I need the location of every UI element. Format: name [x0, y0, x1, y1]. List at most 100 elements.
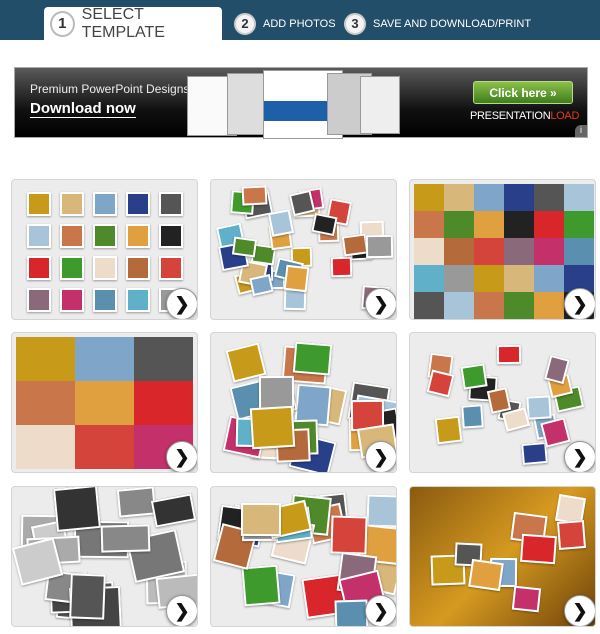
photo-thumbnail — [474, 184, 504, 211]
banner-download-link[interactable]: Download now — [30, 100, 136, 118]
photo-thumbnail — [414, 184, 444, 211]
photo-thumbnail — [75, 337, 134, 381]
ad-banner[interactable]: Premium PowerPoint Designs Download now … — [14, 67, 588, 139]
photo-thumbnail — [330, 256, 353, 277]
photo-thumbnail — [426, 369, 456, 398]
photo-thumbnail — [330, 514, 369, 554]
slide-thumbnail — [360, 76, 400, 134]
step-add-photos[interactable]: 2 ADD PHOTOS — [234, 7, 336, 40]
template-card-tilted-overlap[interactable]: ❯ — [210, 486, 397, 627]
chevron-right-icon[interactable]: ❯ — [166, 288, 197, 319]
step-save-download[interactable]: 3 SAVE AND DOWNLOAD/PRINT — [344, 7, 531, 40]
photo-thumbnail — [27, 192, 51, 216]
photo-thumbnail — [249, 273, 275, 297]
photo-thumbnail — [126, 288, 150, 312]
photo-thumbnail — [501, 407, 530, 432]
step-select-template[interactable]: 1 SELECT TEMPLATE — [44, 5, 222, 41]
template-card-large-mosaic[interactable]: ❯ — [11, 332, 198, 473]
photo-thumbnail — [496, 344, 521, 365]
photo-thumbnail — [534, 292, 564, 319]
photo-thumbnail — [556, 520, 586, 551]
step-label: SELECT TEMPLATE — [81, 5, 165, 41]
photo-thumbnail — [414, 211, 444, 238]
photo-thumbnail — [519, 533, 557, 564]
photo-thumbnail — [250, 405, 297, 450]
template-card-overlap[interactable]: ❯ — [210, 332, 397, 473]
photo-thumbnail — [534, 238, 564, 265]
photo-thumbnail — [16, 381, 75, 425]
steps-bar: 1 SELECT TEMPLATE 2 ADD PHOTOS 3 SAVE AND D… — [0, 0, 600, 41]
photo-thumbnail — [474, 265, 504, 292]
photo-thumbnail — [159, 192, 183, 216]
presentationload-logo: PRESENTATIONLOAD — [470, 110, 580, 122]
photo-thumbnail — [27, 224, 51, 248]
photo-thumbnail — [474, 211, 504, 238]
photo-thumbnail — [232, 236, 258, 258]
photo-thumbnail — [159, 224, 183, 248]
info-icon[interactable]: i — [575, 125, 587, 137]
photo-thumbnail — [564, 211, 594, 238]
template-card-mosaic[interactable]: ❯ — [409, 179, 596, 320]
photo-thumbnail — [504, 238, 534, 265]
step-label: SAVE AND DOWNLOAD/PRINT — [373, 17, 532, 30]
photo-thumbnail — [68, 573, 106, 620]
photo-thumbnail — [365, 235, 393, 259]
photo-thumbnail — [100, 524, 150, 553]
photo-thumbnail — [540, 417, 571, 449]
photo-thumbnail — [268, 208, 295, 238]
photo-thumbnail — [534, 211, 564, 238]
click-here-button[interactable]: Click here » — [473, 81, 573, 104]
chevron-right-icon[interactable]: ❯ — [564, 441, 595, 472]
photo-thumbnail — [16, 425, 75, 469]
photo-thumbnail — [60, 256, 84, 280]
photo-thumbnail — [434, 415, 463, 445]
photo-thumbnail — [504, 265, 534, 292]
photo-thumbnail — [460, 363, 489, 390]
banner-headline: Premium PowerPoint Designs — [30, 82, 190, 96]
photo-thumbnail — [444, 184, 474, 211]
photo-thumbnail — [444, 292, 474, 319]
photo-thumbnail — [504, 184, 534, 211]
photo-thumbnail — [504, 292, 534, 319]
template-card-autumn-background[interactable]: ❯ — [409, 486, 596, 627]
chevron-right-icon[interactable]: ❯ — [564, 288, 595, 319]
template-card-grayscale-overlap[interactable]: ❯ — [11, 486, 198, 627]
photo-thumbnail — [134, 337, 193, 381]
chevron-right-icon[interactable]: ❯ — [365, 441, 396, 472]
photo-thumbnail — [126, 192, 150, 216]
step-number: 1 — [50, 10, 75, 37]
template-card-scatter-sparse[interactable]: ❯ — [409, 332, 596, 473]
photo-thumbnail — [461, 404, 484, 430]
photo-thumbnail — [341, 233, 368, 257]
photo-thumbnail — [414, 292, 444, 319]
photo-thumbnail — [93, 288, 117, 312]
photo-thumbnail — [60, 224, 84, 248]
photo-thumbnail — [151, 493, 197, 528]
photo-thumbnail — [311, 212, 338, 236]
photo-thumbnail — [444, 265, 474, 292]
photo-thumbnail — [444, 211, 474, 238]
photo-thumbnail — [474, 292, 504, 319]
chevron-right-icon[interactable]: ❯ — [365, 288, 396, 319]
photo-thumbnail — [16, 337, 75, 381]
photo-thumbnail — [467, 558, 504, 591]
template-card-grid[interactable]: ❯ — [11, 179, 198, 320]
photo-thumbnail — [444, 238, 474, 265]
chevron-right-icon[interactable]: ❯ — [365, 595, 396, 626]
chevron-right-icon[interactable]: ❯ — [564, 595, 595, 626]
step-label: ADD PHOTOS — [263, 17, 336, 30]
step-number: 2 — [234, 12, 256, 35]
photo-thumbnail — [60, 192, 84, 216]
chevron-right-icon[interactable]: ❯ — [166, 595, 197, 626]
chevron-right-icon[interactable]: ❯ — [166, 441, 197, 472]
photo-thumbnail — [75, 425, 134, 469]
photo-thumbnail — [27, 256, 51, 280]
photo-thumbnail — [564, 184, 594, 211]
photo-thumbnail — [511, 585, 542, 612]
photo-thumbnail — [241, 503, 281, 537]
template-card-scatter[interactable]: ❯ — [210, 179, 397, 320]
photo-thumbnail — [283, 264, 309, 293]
photo-thumbnail — [474, 238, 504, 265]
photo-thumbnail — [534, 184, 564, 211]
photo-thumbnail — [534, 265, 564, 292]
